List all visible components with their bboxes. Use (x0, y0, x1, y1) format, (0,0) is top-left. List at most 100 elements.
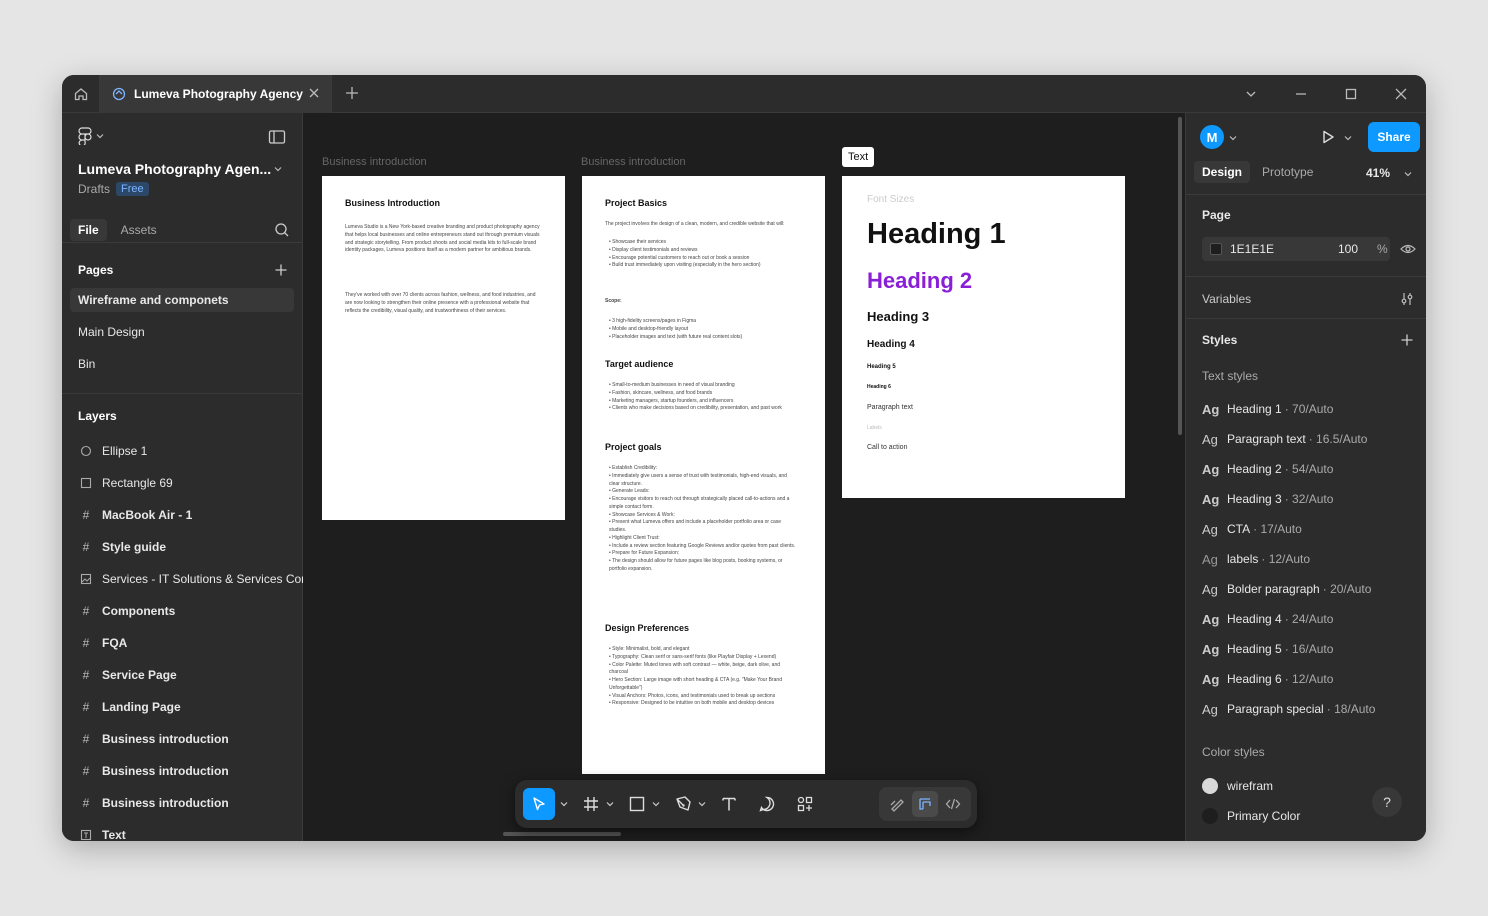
text-style-item[interactable]: Ag Heading 3 · 32/Auto (1202, 490, 1333, 508)
text-style-item[interactable]: Ag Paragraph text · 16.5/Auto (1202, 430, 1367, 448)
style-meta: · 54/Auto (1284, 462, 1334, 476)
text-tool[interactable] (720, 788, 738, 820)
horizontal-scrollbar[interactable] (503, 832, 621, 836)
tab-file[interactable]: File (70, 219, 107, 241)
variables-heading[interactable]: Variables (1202, 292, 1251, 306)
variables-settings-icon[interactable] (1400, 292, 1414, 306)
resources-tool[interactable] (796, 788, 814, 820)
list-item: • Build trust immediately upon visiting … (609, 262, 761, 269)
sidebar-toggle-icon[interactable] (268, 129, 286, 145)
design-canvas[interactable]: Business introduction Business Introduct… (303, 113, 1185, 841)
minimize-button[interactable] (1276, 75, 1326, 113)
frame-label[interactable]: Business introduction (322, 156, 427, 168)
chevron-down-icon[interactable] (274, 165, 282, 173)
help-button[interactable]: ? (1372, 787, 1402, 817)
text-style-item[interactable]: Ag Bolder paragraph · 20/Auto (1202, 580, 1371, 598)
frame-label-selected[interactable]: Text (842, 147, 875, 167)
shape-tool[interactable] (628, 788, 646, 820)
main-menu-button[interactable] (78, 127, 104, 145)
tab-prototype[interactable]: Prototype (1254, 161, 1321, 183)
text-style-item[interactable]: Ag Heading 4 · 24/Auto (1202, 610, 1333, 628)
zoom-level[interactable]: 41% (1366, 166, 1390, 180)
color-style-item[interactable]: Primary Color (1202, 807, 1300, 825)
page-item[interactable]: Main Design (70, 320, 294, 344)
close-window-button[interactable] (1376, 75, 1426, 113)
project-brief-frame[interactable]: Project Basics The project involves the … (582, 176, 825, 774)
text-style-item[interactable]: Ag Heading 6 · 12/Auto (1202, 670, 1333, 688)
chevron-down-icon[interactable] (652, 800, 660, 808)
play-icon[interactable] (1320, 129, 1336, 145)
font-sizes-label: Font Sizes (867, 194, 915, 205)
layer-item[interactable]: # MacBook Air - 1 (78, 505, 193, 525)
page-opacity[interactable]: 100 (1338, 242, 1358, 256)
layer-item[interactable]: # Style guide (78, 537, 166, 557)
minimize-icon (1296, 93, 1306, 95)
chevron-down-icon[interactable] (698, 800, 706, 808)
chevron-down-icon[interactable] (560, 800, 568, 808)
file-tab[interactable]: Lumeva Photography Agency (100, 75, 332, 113)
tab-assets[interactable]: Assets (113, 219, 165, 241)
frame-tool[interactable] (582, 788, 600, 820)
style-name: Bolder paragraph (1227, 582, 1320, 596)
list-item: • Immediately give users a sense of trus… (609, 472, 787, 487)
layer-item[interactable]: Text (78, 825, 126, 841)
layer-label: Text (102, 828, 126, 841)
text-style-item[interactable]: Ag Heading 5 · 16/Auto (1202, 640, 1333, 658)
text-style-item[interactable]: Ag Paragraph special · 18/Auto (1202, 700, 1375, 718)
tab-design[interactable]: Design (1194, 161, 1251, 183)
page-item[interactable]: Bin (70, 352, 294, 376)
chevron-down-icon[interactable] (1344, 134, 1352, 142)
eye-icon[interactable] (1400, 242, 1416, 256)
text-styles-frame[interactable]: Font Sizes Heading 1 Heading 2 Heading 3… (842, 176, 1125, 498)
page-color-hex[interactable]: 1E1E1E (1230, 242, 1274, 256)
chevron-down-icon[interactable] (606, 800, 614, 808)
pen-tool[interactable] (674, 788, 692, 820)
tabs-dropdown-button[interactable] (1226, 75, 1276, 113)
color-style-item[interactable]: wirefram (1202, 777, 1273, 795)
heading-6-sample: Heading 6 (867, 384, 891, 390)
style-meta: · 16/Auto (1284, 642, 1334, 656)
file-name[interactable]: Lumeva Photography Agen... (78, 161, 271, 177)
list-item: • Showcase Services & Work: (609, 511, 675, 518)
add-style-icon[interactable] (1400, 333, 1414, 347)
layer-item[interactable]: Services - IT Solutions & Services Cor (78, 569, 303, 589)
text-style-item[interactable]: Ag Heading 2 · 54/Auto (1202, 460, 1333, 478)
layer-item[interactable]: # Components (78, 601, 176, 621)
drafts-label[interactable]: Drafts (78, 182, 110, 196)
frame-label[interactable]: Business introduction (581, 156, 686, 168)
style-name: Heading 1 (1227, 402, 1282, 416)
layer-item[interactable]: Rectangle 69 (78, 473, 173, 493)
home-button[interactable] (62, 75, 100, 113)
chevron-down-icon[interactable] (1404, 170, 1412, 178)
new-tab-icon[interactable] (344, 85, 360, 101)
page-color-field[interactable]: 1E1E1E 100 % (1202, 237, 1390, 261)
draw-mode-button[interactable] (884, 791, 910, 817)
bottom-toolbar (515, 780, 977, 828)
layer-item[interactable]: # Business introduction (78, 761, 229, 781)
move-tool[interactable] (523, 788, 555, 820)
frame-heading: Project Basics (605, 198, 668, 208)
design-mode-button[interactable] (912, 791, 938, 817)
dev-mode-button[interactable] (940, 791, 966, 817)
layer-item[interactable]: # FQA (78, 633, 128, 653)
chevron-down-icon[interactable] (1229, 134, 1237, 142)
avatar[interactable]: M (1200, 125, 1224, 149)
search-icon[interactable] (274, 222, 290, 238)
business-intro-frame[interactable]: Business Introduction Lumeva Studio is a… (322, 176, 565, 520)
text-style-item[interactable]: Ag Heading 1 · 70/Auto (1202, 400, 1333, 418)
maximize-button[interactable] (1326, 75, 1376, 113)
layer-item[interactable]: # Landing Page (78, 697, 181, 717)
add-page-icon[interactable] (274, 263, 288, 277)
comment-tool[interactable] (758, 788, 776, 820)
layer-item[interactable]: # Business introduction (78, 729, 229, 749)
vertical-scrollbar[interactable] (1178, 117, 1182, 435)
layer-item[interactable]: # Business introduction (78, 793, 229, 813)
close-tab-icon[interactable] (307, 86, 321, 100)
text-style-item[interactable]: Ag labels · 12/Auto (1202, 550, 1310, 568)
layer-item[interactable]: # Service Page (78, 665, 177, 685)
color-swatch[interactable] (1210, 243, 1222, 255)
layer-item[interactable]: Ellipse 1 (78, 441, 147, 461)
share-button[interactable]: Share (1368, 122, 1420, 152)
page-item[interactable]: Wireframe and componets (70, 288, 294, 312)
text-style-item[interactable]: Ag CTA · 17/Auto (1202, 520, 1302, 538)
